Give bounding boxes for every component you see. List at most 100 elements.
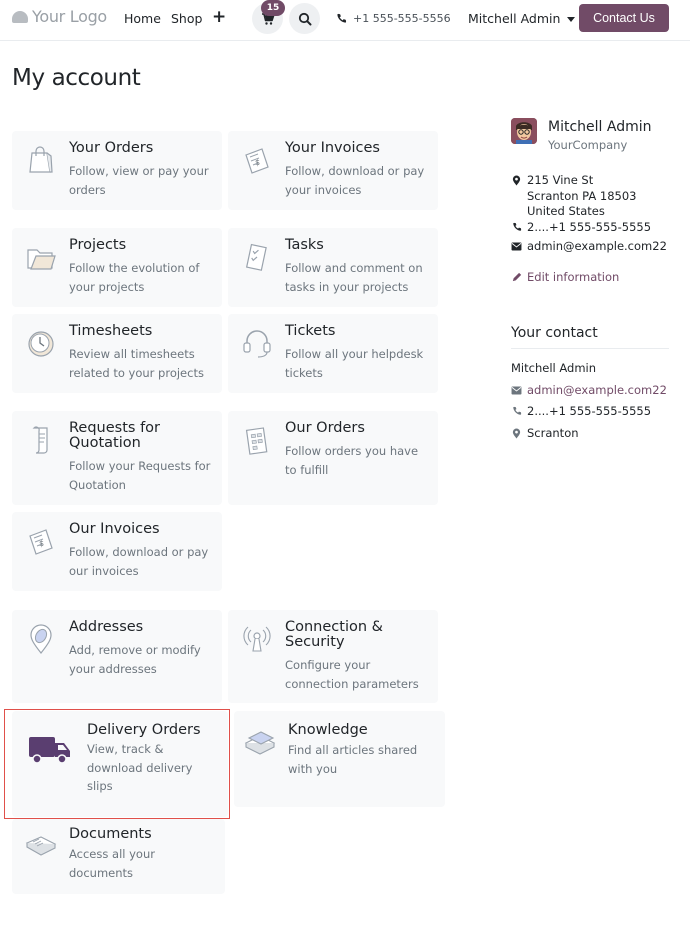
profile-phone: 2....+1 555-555-5555	[511, 220, 651, 234]
contact-city: Scranton	[511, 426, 579, 440]
card-title: Tickets	[285, 323, 336, 339]
header-phone[interactable]: +1 555-555-5556	[336, 12, 451, 25]
phone-icon	[511, 221, 522, 233]
headset-icon	[243, 330, 271, 358]
profile-address: 215 Vine St Scranton PA 18503 United Sta…	[511, 173, 636, 220]
edit-information-label: Edit information	[527, 270, 620, 284]
card-description: Follow, view or pay your orders	[69, 164, 209, 197]
phone-icon	[511, 405, 522, 417]
books-icon	[244, 731, 276, 755]
order-form-icon	[245, 427, 268, 455]
card-title: Addresses	[69, 619, 144, 635]
nav-home-link[interactable]: Home	[124, 11, 161, 26]
card-tasks[interactable]: Tasks Follow and comment on tasks in you…	[228, 228, 438, 307]
profile-email: admin@example.com22	[511, 239, 667, 253]
card-description: Follow orders you have to fulfill	[285, 444, 419, 477]
card-requests-for-quotation[interactable]: Requests for Quotation Follow your Reque…	[12, 411, 222, 505]
invoice-icon: $	[245, 148, 269, 174]
card-title: Documents	[69, 826, 152, 842]
edit-information-link[interactable]: Edit information	[511, 270, 619, 284]
tasks-checklist-icon	[245, 243, 267, 271]
card-title: Knowledge	[288, 722, 368, 738]
card-description: Follow and comment on tasks in your proj…	[285, 261, 423, 294]
card-title: Your Invoices	[285, 140, 380, 156]
envelope-icon	[511, 384, 522, 396]
card-projects[interactable]: Projects Follow the evolution of your pr…	[12, 228, 222, 307]
card-our-orders[interactable]: Our Orders Follow orders you have to ful…	[228, 411, 438, 505]
contact-phone: 2....+1 555-555-5555	[511, 404, 651, 418]
contact-divider	[511, 348, 669, 349]
card-title: Timesheets	[69, 323, 153, 339]
search-button[interactable]	[289, 3, 320, 34]
card-knowledge[interactable]: Knowledge Find all articles shared with …	[234, 711, 445, 807]
highlight-box	[4, 709, 230, 819]
contact-city-text: Scranton	[527, 426, 579, 440]
card-tickets[interactable]: Tickets Follow all your helpdesk tickets	[228, 314, 438, 393]
your-contact-heading: Your contact	[511, 325, 598, 341]
card-description: Configure your connection parameters	[285, 658, 419, 691]
contact-phone-text: 2....+1 555-555-5555	[527, 404, 652, 418]
card-title: Requests for Quotation	[69, 420, 161, 451]
profile-company: YourCompany	[548, 138, 628, 152]
cart-count-badge: 15	[261, 0, 285, 16]
card-description: Follow your Requests for Quotation	[69, 459, 211, 492]
card-title: Connection & Security	[285, 619, 383, 650]
profile-name: Mitchell Admin	[548, 119, 652, 135]
contact-email-link[interactable]: admin@example.com22	[511, 383, 667, 397]
address-line-city: Scranton PA 18503	[527, 188, 637, 203]
card-description: Access all your documents	[69, 847, 155, 880]
card-description: Follow all your helpdesk tickets	[285, 347, 424, 380]
user-name: Mitchell Admin	[468, 11, 561, 26]
logo-mark-icon	[12, 11, 28, 23]
card-description: Add, remove or modify your addresses	[69, 643, 201, 676]
logo-text: Your Logo	[32, 7, 107, 26]
map-marker-icon	[511, 427, 522, 439]
card-connection-security[interactable]: Connection & Security Configure your con…	[228, 610, 438, 703]
card-title: Tasks	[285, 237, 324, 253]
card-our-invoices[interactable]: $ Our Invoices Follow, download or pay o…	[12, 512, 222, 591]
card-title: Our Invoices	[69, 521, 160, 537]
card-description: Follow, download or pay your invoices	[285, 164, 425, 197]
card-description: Follow, download or pay our invoices	[69, 545, 209, 578]
address-line-country: United States	[527, 204, 605, 218]
phone-icon	[337, 13, 347, 23]
shopping-bag-icon	[29, 146, 53, 173]
add-menu-plus-icon[interactable]: +	[212, 7, 226, 27]
card-documents[interactable]: Documents Access all your documents	[12, 819, 225, 894]
user-dropdown[interactable]: Mitchell Admin	[468, 11, 576, 26]
card-description: Follow the evolution of your projects	[69, 261, 200, 294]
map-pin-icon	[30, 624, 52, 654]
security-antenna-icon	[243, 626, 271, 652]
page-title: My account	[12, 65, 141, 91]
documents-stack-icon	[25, 836, 57, 856]
card-description: Find all articles shared with you	[288, 743, 418, 776]
contact-name: Mitchell Admin	[511, 361, 597, 375]
card-your-orders[interactable]: Your Orders Follow, view or pay your ord…	[12, 131, 222, 210]
card-title: Projects	[69, 237, 127, 253]
svg-text:$: $	[39, 539, 44, 548]
card-your-invoices[interactable]: $ Your Invoices Follow, download or pay …	[228, 131, 438, 210]
pencil-icon	[511, 271, 522, 283]
invoice-icon: $	[29, 529, 53, 555]
top-navbar: Your Logo Home Shop + 15 +1 555-555-5556…	[0, 0, 690, 41]
address-line-street: 215 Vine St	[527, 173, 594, 187]
nav-shop-link[interactable]: Shop	[171, 11, 202, 26]
header-phone-text: +1 555-555-5556	[353, 12, 451, 25]
profile-avatar	[511, 118, 537, 144]
card-title: Our Orders	[285, 420, 365, 436]
card-description: Review all timesheets related to your pr…	[69, 347, 204, 380]
site-logo[interactable]: Your Logo	[12, 7, 107, 26]
card-title: Your Orders	[69, 140, 154, 156]
folder-icon	[27, 249, 56, 270]
svg-text:$: $	[255, 158, 260, 167]
profile-email-text: admin@example.com22	[527, 239, 667, 253]
avatar-face-icon	[511, 118, 537, 144]
scroll-icon	[32, 426, 48, 454]
search-icon	[298, 12, 311, 25]
contact-us-button[interactable]: Contact Us	[579, 4, 669, 32]
card-timesheets[interactable]: Timesheets Review all timesheets related…	[12, 314, 222, 393]
envelope-icon	[511, 240, 522, 252]
contact-email-text: admin@example.com22	[527, 383, 667, 397]
map-marker-icon	[511, 174, 522, 186]
card-addresses[interactable]: Addresses Add, remove or modify your add…	[12, 610, 222, 703]
